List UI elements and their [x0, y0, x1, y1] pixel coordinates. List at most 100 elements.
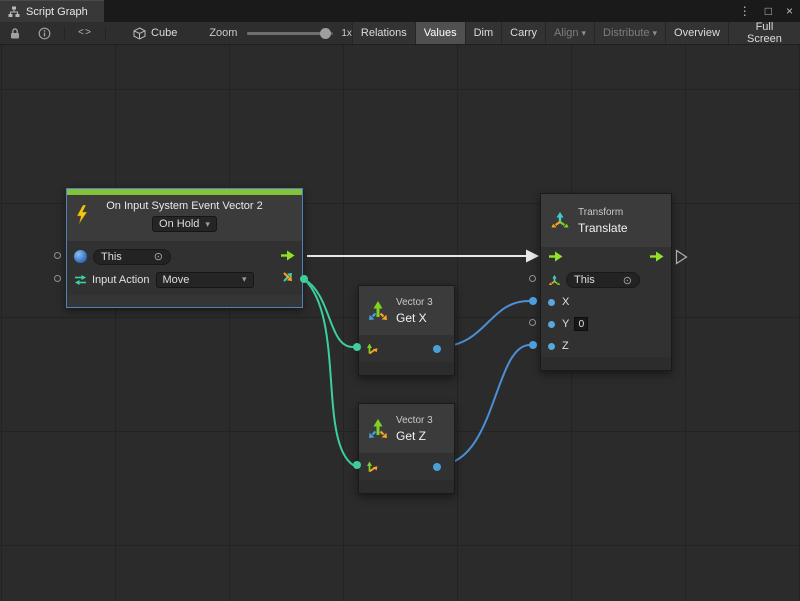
port-translate-z-input[interactable]	[529, 341, 537, 349]
carry-button[interactable]: Carry	[501, 22, 545, 44]
tab-bar: Script Graph ⋮ □ ×	[0, 0, 800, 22]
port-event-input-action-input[interactable]	[54, 275, 61, 282]
node-get-z[interactable]: Vector 3 Get Z	[358, 403, 455, 494]
zoom-slider-knob[interactable]	[320, 28, 331, 39]
event-mode-dropdown[interactable]: On Hold ▾	[152, 216, 217, 232]
window-menu-button[interactable]: ⋮	[732, 0, 758, 22]
distribute-button[interactable]: Distribute ▾	[594, 22, 665, 44]
transform-icon	[550, 211, 570, 231]
event-this-row: This ⊙	[67, 245, 302, 268]
graph-canvas[interactable]: On Input System Event Vector 2 On Hold ▾…	[0, 45, 800, 601]
script-graph-window: Script Graph ⋮ □ × <>	[0, 0, 800, 601]
translate-footer	[541, 357, 671, 370]
wire-vector2-to-getz[interactable]	[304, 279, 353, 465]
node-get-x[interactable]: Vector 3 Get X	[358, 285, 455, 376]
port-getz-vector3-input[interactable]	[353, 461, 361, 469]
vector3-port-icon	[366, 460, 379, 473]
translate-z-row: Z	[541, 335, 671, 357]
close-button[interactable]: ×	[779, 0, 800, 22]
translate-this-selector[interactable]: This ⊙	[566, 272, 640, 288]
translate-flow-row	[541, 247, 671, 269]
node-transform-translate[interactable]: Transform Translate	[540, 193, 672, 371]
y-port-dot[interactable]	[548, 321, 555, 328]
event-this-selector[interactable]: This ⊙	[93, 249, 171, 265]
node-category: Vector 3	[396, 415, 433, 426]
port-getx-vector3-input[interactable]	[353, 343, 361, 351]
target-icon: ⊙	[154, 250, 163, 263]
input-action-label: Input Action	[92, 274, 150, 286]
get-x-header: Vector 3 Get X	[359, 286, 454, 335]
translate-y-row: Y 0	[541, 313, 671, 335]
event-node-footer	[67, 295, 302, 307]
event-input-action-row: Input Action Move ▾	[67, 268, 302, 291]
event-mode-value: On Hold	[159, 218, 199, 230]
translate-this-label: This	[574, 274, 595, 286]
graph-toolbar: <> Cube Zoom 1x Relations Values Dim Car…	[0, 22, 800, 45]
node-category: Vector 3	[396, 297, 433, 308]
y-value-field[interactable]: 0	[574, 317, 588, 331]
info-icon[interactable]	[34, 22, 55, 44]
get-z-port-row	[359, 453, 454, 480]
flow-output-arrow-icon[interactable]	[280, 248, 295, 266]
wire-flow-arrowhead	[526, 250, 539, 263]
port-translate-y-input[interactable]	[529, 319, 536, 326]
vector2-output-icon[interactable]	[281, 270, 295, 289]
graph-hierarchy-icon	[8, 6, 20, 18]
dim-button[interactable]: Dim	[465, 22, 502, 44]
target-object-button[interactable]: Cube	[127, 27, 183, 40]
fullscreen-button[interactable]: Full Screen	[728, 22, 800, 44]
input-action-dropdown[interactable]: Move ▾	[156, 272, 254, 288]
node-on-input-system-event[interactable]: On Input System Event Vector 2 On Hold ▾…	[66, 188, 303, 308]
code-view-icon[interactable]: <>	[74, 22, 96, 44]
input-action-value: Move	[163, 274, 190, 286]
lock-icon[interactable]	[5, 22, 25, 44]
get-x-footer	[359, 362, 454, 375]
translate-x-row: X	[541, 291, 671, 313]
x-port-dot[interactable]	[548, 299, 555, 306]
event-this-label: This	[101, 251, 122, 263]
translate-this-row: This ⊙	[541, 269, 671, 291]
port-translate-x-input[interactable]	[529, 297, 537, 305]
zoom-value: 1x	[341, 28, 352, 39]
x-port-label: X	[562, 296, 569, 308]
port-translate-this-input[interactable]	[529, 275, 536, 282]
float-output-port[interactable]	[433, 463, 441, 471]
input-action-icon	[74, 274, 87, 286]
align-button[interactable]: Align ▾	[545, 22, 594, 44]
maximize-button[interactable]: □	[758, 0, 779, 22]
values-button[interactable]: Values	[415, 22, 465, 44]
relations-button[interactable]: Relations	[352, 22, 415, 44]
vector3-icon	[367, 418, 389, 440]
node-category: Transform	[578, 207, 628, 218]
vector3-port-icon	[366, 342, 379, 355]
toolbar-separator	[64, 27, 65, 40]
flow-input-arrow-icon[interactable]	[548, 249, 563, 267]
target-icon: ⊙	[623, 274, 632, 287]
port-event-this-input[interactable]	[54, 252, 61, 259]
y-port-label: Y	[562, 318, 569, 330]
zoom-label: Zoom	[209, 27, 237, 39]
port-event-vector2-output[interactable]	[300, 275, 308, 283]
get-z-footer	[359, 480, 454, 493]
node-title: On Input System Event Vector 2	[67, 200, 302, 212]
get-x-port-row	[359, 335, 454, 362]
toolbar-separator	[105, 27, 106, 40]
z-port-dot[interactable]	[548, 343, 555, 350]
overview-button[interactable]: Overview	[665, 22, 728, 44]
window-controls: ⋮ □ ×	[732, 0, 800, 22]
tab-script-graph[interactable]: Script Graph	[0, 0, 104, 22]
flow-graph-icon	[74, 250, 87, 263]
lightning-icon	[75, 205, 89, 230]
zoom-slider[interactable]	[247, 32, 333, 35]
caret-down-icon: ▾	[582, 28, 587, 39]
caret-down-icon: ▾	[242, 274, 247, 285]
flow-output-arrow-icon[interactable]	[649, 249, 664, 267]
vector3-icon	[367, 300, 389, 322]
float-output-port[interactable]	[433, 345, 441, 353]
flow-continuation-triangle[interactable]	[675, 249, 688, 265]
get-z-header: Vector 3 Get Z	[359, 404, 454, 453]
target-object-label: Cube	[151, 27, 177, 39]
event-node-body: This ⊙	[67, 241, 302, 295]
translate-header: Transform Translate	[541, 194, 671, 247]
distribute-label: Distribute	[603, 27, 649, 39]
